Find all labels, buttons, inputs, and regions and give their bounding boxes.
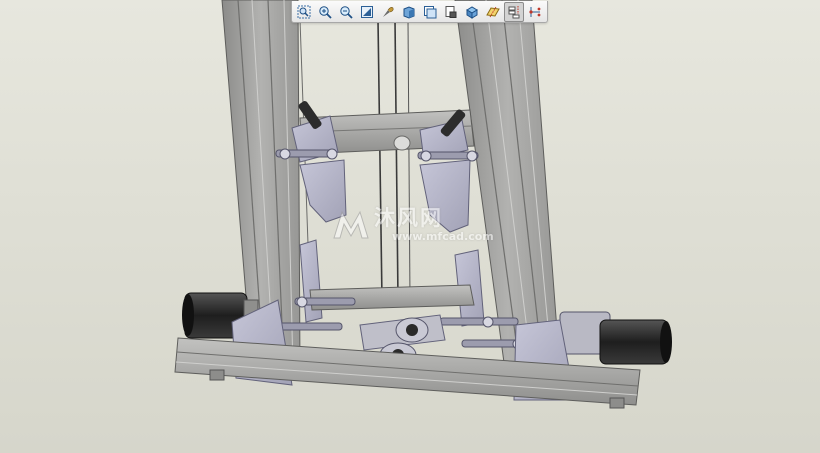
right-motor xyxy=(559,311,672,365)
spin-center-button[interactable] xyxy=(378,2,398,22)
saved-views-icon xyxy=(424,5,437,18)
3d-model-viewport[interactable]: 沐风网 www.mfcad.com xyxy=(0,0,820,453)
datum-planes-icon xyxy=(486,6,500,17)
refit-icon xyxy=(361,5,373,18)
layers-icon xyxy=(445,5,457,18)
datum-axes-button[interactable] xyxy=(504,1,524,22)
shading-icon xyxy=(403,5,415,19)
saved-views-button[interactable] xyxy=(420,2,440,22)
layers-button[interactable] xyxy=(441,2,461,22)
zoom-out-icon xyxy=(340,5,353,19)
zoom-in-icon xyxy=(319,5,332,19)
view-manager-button[interactable] xyxy=(462,2,482,22)
spin-center-icon xyxy=(383,6,394,17)
refit-button[interactable] xyxy=(357,2,377,22)
zoom-window-button[interactable] xyxy=(294,2,314,22)
shading-button[interactable] xyxy=(399,2,419,22)
zoom-window-icon xyxy=(297,5,311,18)
datum-points-button[interactable] xyxy=(525,2,545,22)
zoom-out-button[interactable] xyxy=(336,2,356,22)
datum-axes-icon xyxy=(508,5,520,18)
lifting-mechanism-assembly xyxy=(174,0,672,409)
view-toolbar xyxy=(291,1,548,23)
view-manager-icon xyxy=(466,5,478,19)
datum-points-icon xyxy=(529,6,541,17)
zoom-in-button[interactable] xyxy=(315,2,335,22)
datum-planes-button[interactable] xyxy=(483,2,503,22)
